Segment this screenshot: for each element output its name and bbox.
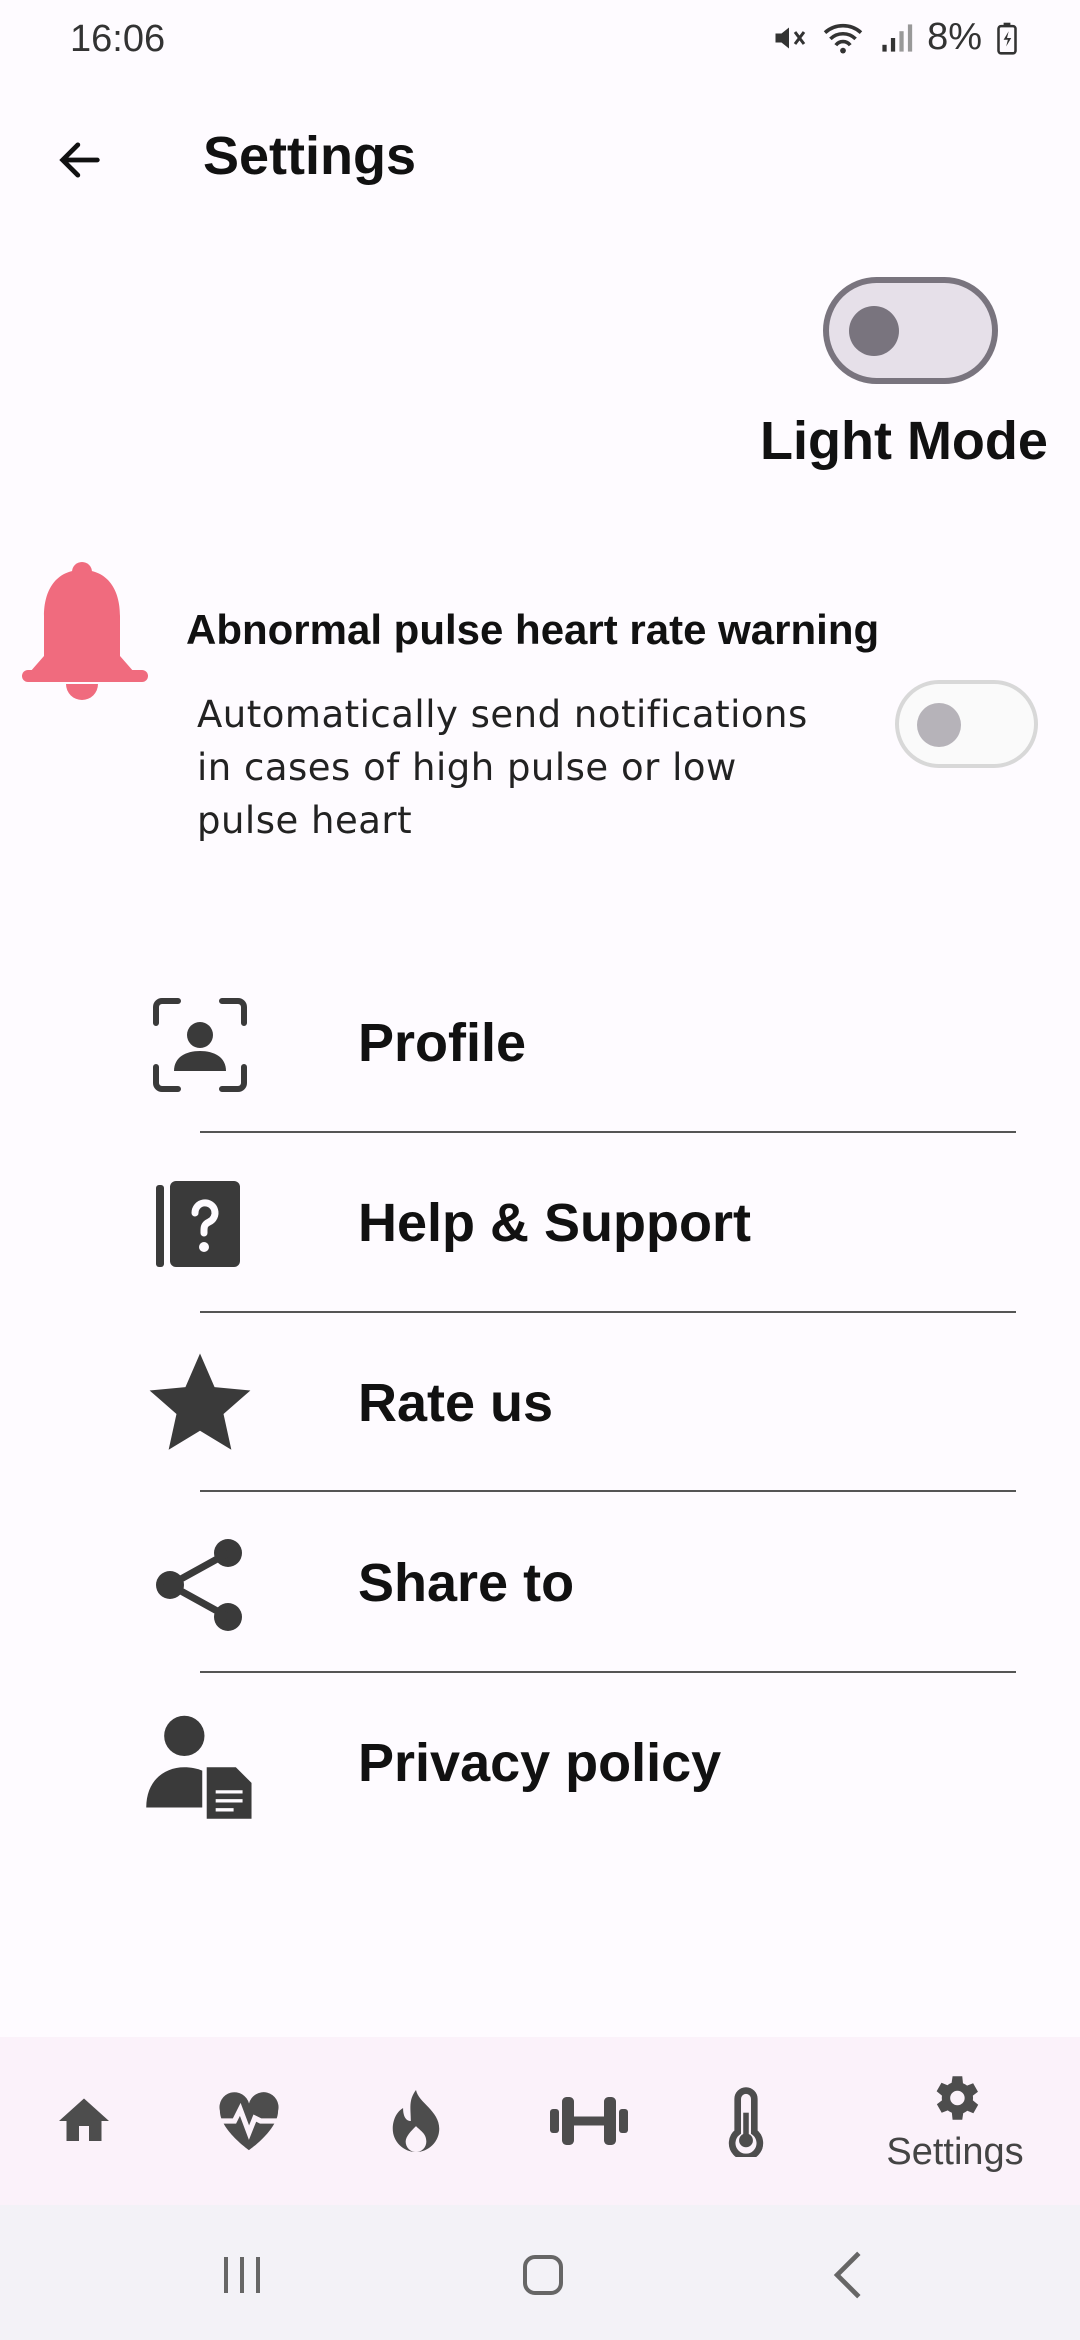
menu-item-share-to[interactable]: Share to [130, 1490, 1030, 1670]
arrow-back-icon [59, 142, 100, 178]
home-icon [59, 2098, 109, 2141]
nav-workout[interactable] [545, 2037, 633, 2205]
toggle-knob [917, 703, 961, 747]
heart-rate-warning-toggle[interactable] [895, 680, 1038, 768]
home-square-icon [523, 2255, 563, 2295]
mute-icon [775, 27, 806, 48]
status-icons: 8% [771, 16, 1018, 59]
menu-item-label: Privacy policy [358, 1733, 722, 1793]
nav-temperature[interactable] [702, 2037, 790, 2205]
back-system-button[interactable] [808, 2235, 888, 2315]
flame-icon [392, 2090, 440, 2152]
recent-apps-icon [224, 2257, 260, 2293]
battery-percent: 8% [927, 16, 982, 58]
menu-item-label: Rate us [358, 1373, 554, 1433]
nav-heart-rate[interactable] [205, 2037, 293, 2205]
menu-item-profile[interactable]: Profile [130, 950, 1030, 1130]
share-icon [140, 1530, 260, 1640]
profile-scan-icon [140, 990, 260, 1100]
signal-icon [882, 23, 913, 52]
dumbbell-icon [550, 2097, 628, 2145]
thermometer-icon [728, 2087, 764, 2157]
light-mode-label: Light Mode [760, 411, 1048, 471]
nav-calories[interactable] [372, 2037, 460, 2205]
nav-home[interactable] [40, 2037, 128, 2205]
heart-rate-warning-description: Automatically send notifications in case… [197, 693, 808, 842]
bottom-navigation: Settings [0, 2037, 1080, 2205]
nav-settings[interactable]: Settings [870, 2037, 1040, 2205]
page-title: Settings [203, 126, 417, 186]
menu-item-help-support[interactable]: Help & Support [130, 1130, 1030, 1310]
toggle-knob [849, 306, 899, 356]
privacy-user-document-icon [140, 1710, 260, 1820]
status-time: 16:06 [70, 18, 166, 60]
light-mode-toggle[interactable] [823, 277, 998, 384]
menu-item-rate-us[interactable]: Rate us [130, 1310, 1030, 1490]
menu-item-label: Share to [358, 1553, 575, 1613]
gear-icon [936, 2075, 979, 2120]
recent-apps-button[interactable] [202, 2235, 282, 2315]
menu-item-label: Profile [358, 1013, 527, 1073]
menu-item-privacy-policy[interactable]: Privacy policy [130, 1670, 1030, 1850]
help-book-icon [140, 1170, 260, 1280]
back-button[interactable] [40, 120, 120, 200]
menu-item-label: Help & Support [358, 1193, 751, 1253]
heart-rate-warning-title: Abnormal pulse heart rate warning [186, 606, 880, 653]
chevron-left-icon [833, 2251, 861, 2299]
battery-charging-icon [997, 22, 1017, 55]
star-icon [140, 1350, 260, 1460]
home-button[interactable] [503, 2235, 583, 2315]
heart-pulse-icon [217, 2092, 281, 2151]
nav-settings-label: Settings [886, 2130, 1024, 2173]
bell-icon [20, 560, 150, 710]
system-navigation-bar [0, 2205, 1080, 2340]
wifi-icon [823, 23, 863, 53]
